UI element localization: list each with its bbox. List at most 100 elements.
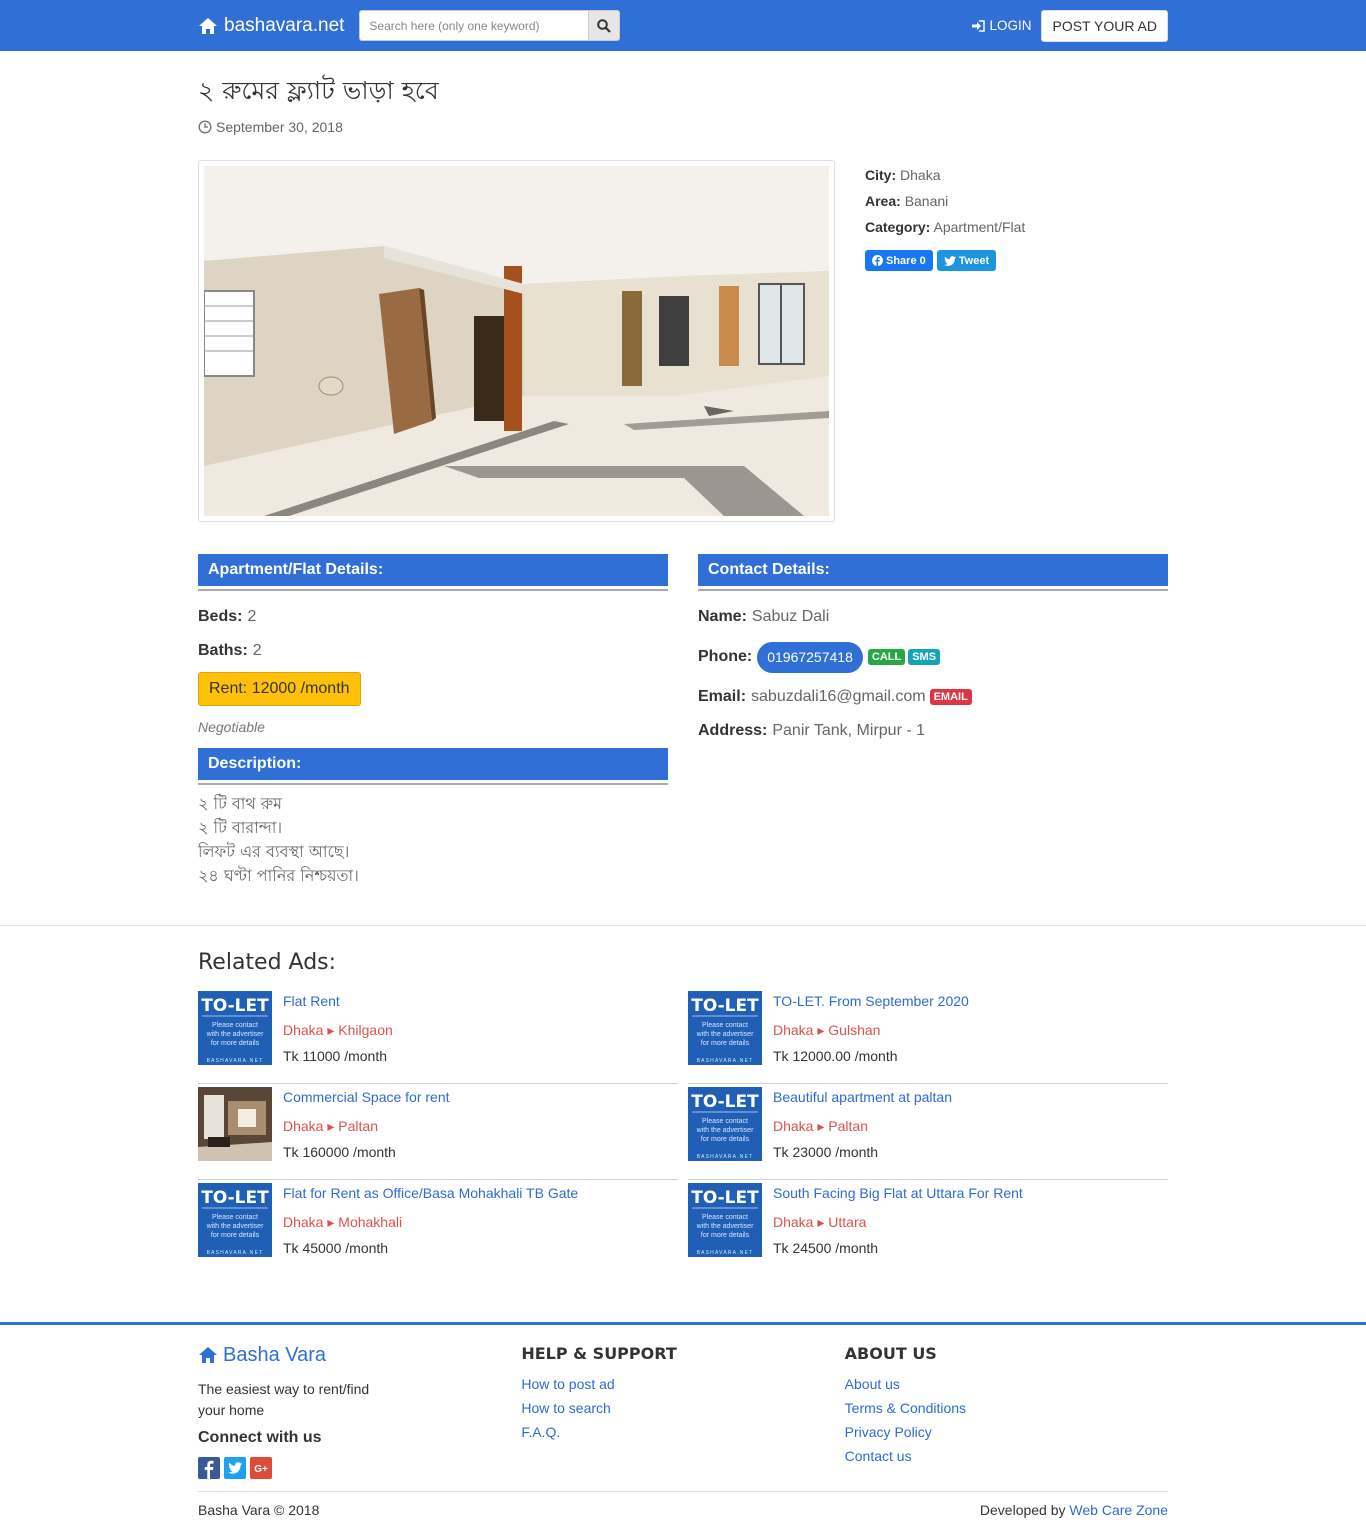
to-let-title: TO-LET: [691, 1092, 759, 1112]
search-icon: [597, 18, 612, 33]
related-ad-price: Tk 45000 /month: [283, 1240, 389, 1256]
caret-right-icon: ▸: [817, 1022, 825, 1038]
related-ad-city: Dhaka: [773, 1118, 814, 1134]
to-let-thumbnail[interactable]: TO-LET Please contact with the advertiser f…: [688, 1087, 762, 1161]
ad-summary: City: Dhaka Area: Banani Category: Apart…: [865, 160, 1025, 522]
login-link[interactable]: LOGIN: [971, 18, 1031, 33]
phone-row: Phone: 01967257418 CALL SMS: [698, 634, 1168, 680]
related-ad-title[interactable]: TO-LET. From September 2020: [773, 991, 969, 1017]
related-ad-item[interactable]: TO-LET Please contact with the advertiser f…: [198, 988, 678, 1084]
office-photo-thumbnail[interactable]: [198, 1087, 272, 1161]
to-let-note: for more details: [701, 1040, 750, 1047]
beds-label: Beds:: [198, 608, 243, 625]
to-let-note: Please contact: [702, 1214, 748, 1221]
related-ads: TO-LET Please contact with the advertiser f…: [198, 988, 1168, 1276]
flat-details-column: Apartment/Flat Details: Beds: 2 Baths: 2 R…: [198, 554, 668, 888]
description-line: ২ টি বাথ রুম: [198, 794, 283, 813]
copyright-text: Basha Vara © 2018: [198, 1502, 320, 1518]
home-icon: [199, 1347, 217, 1363]
to-let-footer: BASHAVARA.NET: [697, 1250, 754, 1256]
to-let-thumbnail[interactable]: TO-LET Please contact with the advertiser f…: [688, 1183, 762, 1257]
about-us-link[interactable]: About us: [845, 1372, 1168, 1396]
developer-link[interactable]: Web Care Zone: [1069, 1502, 1168, 1518]
to-let-thumbnail[interactable]: TO-LET Please contact with the advertiser f…: [198, 991, 272, 1065]
privacy-policy-link[interactable]: Privacy Policy: [845, 1420, 1168, 1444]
search-input[interactable]: [359, 10, 589, 41]
related-ad-title[interactable]: South Facing Big Flat at Uttara For Rent: [773, 1183, 1023, 1209]
related-ad-item[interactable]: TO-LET Please contact with the advertiser f…: [688, 988, 1168, 1084]
related-ad-title[interactable]: Flat for Rent as Office/Basa Mohakhali T…: [283, 1183, 578, 1209]
to-let-footer: BASHAVARA.NET: [697, 1058, 754, 1064]
related-ad-item[interactable]: TO-LET Please contact with the advertiser f…: [688, 1084, 1168, 1180]
caret-right-icon: ▸: [327, 1118, 335, 1134]
twitter-tweet-button[interactable]: Tweet: [936, 250, 997, 271]
rent-badge: Rent: 12000 /month: [198, 672, 361, 706]
site-footer: Basha Vara The easiest way to rent/find …: [0, 1322, 1366, 1531]
connect-heading: Connect with us: [198, 1429, 322, 1446]
phone-label: Phone:: [698, 648, 753, 665]
about-us-heading: ABOUT US: [844, 1344, 937, 1363]
to-let-note: with the advertiser: [206, 1031, 264, 1038]
caret-right-icon: ▸: [327, 1214, 335, 1230]
footer-brand-column: Basha Vara The easiest way to rent/find …: [198, 1341, 521, 1479]
facebook-share-label: Share 0: [886, 254, 926, 267]
baths-row: Baths: 2: [198, 634, 668, 668]
name-row: Name: Sabuz Dali: [698, 600, 1168, 634]
baths-label: Baths:: [198, 642, 248, 659]
to-let-note: with the advertiser: [696, 1127, 754, 1134]
related-ad-item[interactable]: TO-LET Please contact with the advertiser f…: [688, 1180, 1168, 1276]
to-let-note: with the advertiser: [206, 1223, 264, 1230]
email-button[interactable]: EMAIL: [929, 689, 972, 705]
category-value: Apartment/Flat: [933, 219, 1026, 235]
terms-conditions-link[interactable]: Terms & Conditions: [845, 1396, 1168, 1420]
post-ad-button[interactable]: POST YOUR AD: [1041, 9, 1168, 42]
related-ad-location: Dhaka ▸ Khilgaon: [283, 1017, 393, 1043]
facebook-share-button[interactable]: Share 0: [865, 250, 933, 271]
svg-text:G+: G+: [254, 1464, 268, 1475]
twitter-icon: [943, 255, 956, 266]
baths-value: 2: [252, 642, 262, 659]
related-ad-item[interactable]: TO-LET Please contact with the advertiser f…: [198, 1180, 678, 1276]
social-links: G+: [198, 1457, 521, 1479]
related-ad-city: Dhaka: [283, 1118, 324, 1134]
how-to-search-link[interactable]: How to search: [521, 1396, 844, 1420]
to-let-title: TO-LET: [691, 996, 759, 1016]
how-to-post-ad-link[interactable]: How to post ad: [521, 1372, 844, 1396]
related-ad-area: Mohakhali: [338, 1214, 403, 1230]
related-ads-heading: Related Ads:: [198, 950, 337, 975]
email-value: sabuzdali16@gmail.com: [751, 688, 926, 705]
related-ad-price: Tk 160000 /month: [283, 1144, 396, 1160]
related-ad-title[interactable]: Commercial Space for rent: [283, 1087, 450, 1113]
to-let-note: with the advertiser: [696, 1031, 754, 1038]
search-button[interactable]: [588, 10, 621, 41]
to-let-footer: BASHAVARA.NET: [207, 1250, 264, 1256]
google-plus-icon[interactable]: G+: [250, 1457, 272, 1479]
contact-us-link[interactable]: Contact us: [845, 1444, 1168, 1468]
related-ad-city: Dhaka: [283, 1022, 324, 1038]
area-row: Area: Banani: [865, 188, 1025, 214]
footer-brand-link[interactable]: Basha Vara: [198, 1341, 521, 1369]
description-line: লিফট এর ব্যবস্থা আছে।: [198, 842, 350, 861]
description-heading: Description:: [198, 748, 668, 783]
address-row: Address: Panir Tank, Mirpur - 1: [698, 714, 1168, 748]
facebook-icon[interactable]: [198, 1457, 220, 1479]
faq-link[interactable]: F.A.Q.: [521, 1420, 844, 1444]
related-ad-title[interactable]: Flat Rent: [283, 991, 393, 1017]
twitter-icon[interactable]: [224, 1457, 246, 1479]
brand-link[interactable]: bashavara.net: [198, 15, 344, 37]
phone-number-button[interactable]: 01967257418: [757, 641, 863, 673]
related-ad-location: Dhaka ▸ Uttara: [773, 1209, 1023, 1235]
related-ad-location: Dhaka ▸ Paltan: [283, 1113, 450, 1139]
related-ad-price: Tk 23000 /month: [773, 1144, 879, 1160]
ad-photo[interactable]: [204, 166, 829, 516]
category-row: Category: Apartment/Flat: [865, 214, 1025, 240]
to-let-thumbnail[interactable]: TO-LET Please contact with the advertiser f…: [688, 991, 762, 1065]
to-let-note: for more details: [211, 1232, 260, 1239]
footer-tagline: The easiest way to rent/find your home: [198, 1381, 370, 1418]
negotiable-note: Negotiable: [198, 719, 265, 735]
call-button[interactable]: CALL: [867, 649, 906, 665]
to-let-thumbnail[interactable]: TO-LET Please contact with the advertiser f…: [198, 1183, 272, 1257]
related-ad-item[interactable]: Commercial Space for rent Dhaka ▸ Paltan T…: [198, 1084, 678, 1180]
related-ad-title[interactable]: Beautiful apartment at paltan: [773, 1087, 952, 1113]
sms-button[interactable]: SMS: [908, 649, 941, 665]
